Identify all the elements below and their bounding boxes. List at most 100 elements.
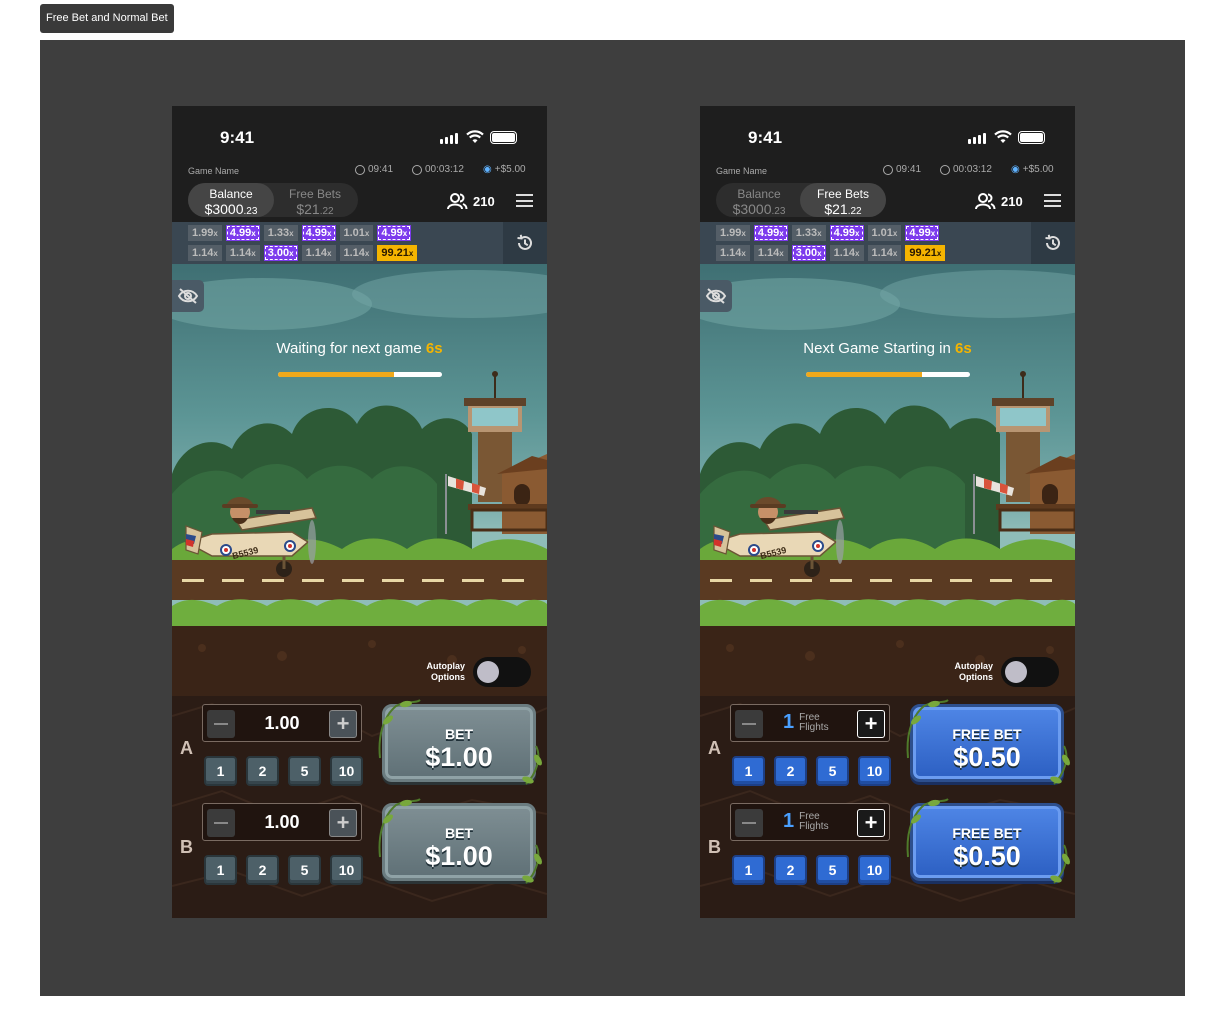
quick-amount-button[interactable]: 1 <box>204 855 237 885</box>
autoplay-toggle[interactable] <box>1001 657 1059 687</box>
quick-amount-button[interactable]: 1 <box>732 855 765 885</box>
history-multiplier: 99.21x <box>905 245 946 261</box>
countdown-progress-fill <box>278 372 395 377</box>
session-timer: 00:03:12 <box>412 164 464 175</box>
eye-off-icon <box>705 288 727 304</box>
hamburger-menu-icon[interactable] <box>1044 194 1061 207</box>
decrease-button[interactable] <box>207 809 235 837</box>
tab-free-bets[interactable]: Free Bets $21.22 <box>272 183 358 217</box>
quick-amounts: 1 2 5 10 <box>204 756 363 786</box>
bet-amount-value[interactable]: 1.00 <box>239 705 325 741</box>
hide-ui-button[interactable] <box>700 280 732 312</box>
session-timer: 00:03:12 <box>940 164 992 175</box>
bet-button[interactable]: FREE BET $0.50 <box>904 797 1070 887</box>
plus-icon: + <box>336 810 350 835</box>
players-count[interactable]: 210 <box>446 192 495 210</box>
history-multiplier: 4.99x <box>905 225 940 241</box>
stopwatch-icon <box>940 164 950 175</box>
toggle-knob <box>477 661 499 683</box>
bet-amount-stepper: 1 Free Flights + <box>730 803 890 841</box>
credit-gain: ◉ +$5.00 <box>483 164 526 175</box>
history-multiplier: 4.99x <box>829 225 864 241</box>
history-multiplier: 1.14x <box>716 245 750 261</box>
countdown-text: Waiting for next game <box>276 340 426 357</box>
quick-amount-button[interactable]: 5 <box>816 756 849 786</box>
game-name: Game Name <box>188 166 240 176</box>
jungle-airfield-illustration <box>172 270 547 696</box>
bet-button-label: FREE BET <box>952 726 1022 742</box>
increase-button[interactable]: + <box>857 710 885 738</box>
quick-amount-button[interactable]: 10 <box>858 756 891 786</box>
status-time: 9:41 <box>748 128 783 147</box>
players-count[interactable]: 210 <box>974 192 1023 210</box>
quick-amount-button[interactable]: 2 <box>246 756 279 786</box>
minus-icon <box>742 822 756 824</box>
quick-amount-button[interactable]: 2 <box>774 855 807 885</box>
timer-value: 00:03:12 <box>425 164 464 175</box>
decrease-button[interactable] <box>735 710 763 738</box>
bet-button[interactable]: FREE BET $0.50 <box>904 698 1070 788</box>
tab-balance[interactable]: Balance $3000.23 <box>188 183 274 217</box>
bet-slot-b: B 1 Free Flights + 1 2 5 10 FREE BET $0.50 <box>700 798 1075 895</box>
phone-free-bet: 9:41 Game Name 09:41 00:03:12 ◉ +$5.00 Ba… <box>700 106 1075 918</box>
bet-button[interactable]: BET $1.00 <box>376 698 542 788</box>
status-bar: 9:41 <box>700 106 1075 162</box>
bet-amount-stepper: 1.00 + <box>202 803 362 841</box>
wifi-icon <box>994 130 1012 143</box>
balance-amount: $3000.23 <box>204 201 258 217</box>
minus-icon <box>742 723 756 725</box>
increase-button[interactable]: + <box>329 809 357 837</box>
history-multiplier: 1.14x <box>339 245 374 261</box>
tab-balance[interactable]: Balance $3000.23 <box>716 183 802 217</box>
jungle-airfield-illustration <box>700 270 1075 696</box>
bet-button-amount: $0.50 <box>953 742 1021 772</box>
history-multiplier: 1.01x <box>867 225 902 241</box>
increase-button[interactable]: + <box>857 809 885 837</box>
minus-icon <box>214 822 228 824</box>
stopwatch-icon <box>412 164 422 175</box>
autoplay-toggle[interactable] <box>473 657 531 687</box>
bet-slot-letter: A <box>708 738 721 758</box>
free-flights-value[interactable]: 1 Free Flights <box>783 711 829 734</box>
hamburger-menu-icon[interactable] <box>516 194 533 207</box>
increase-button[interactable]: + <box>329 710 357 738</box>
clock: 09:41 <box>355 164 393 175</box>
history-button[interactable] <box>1031 222 1075 264</box>
history-multiplier: 1.14x <box>829 245 864 261</box>
hide-ui-button[interactable] <box>172 280 204 312</box>
plus-icon: + <box>336 711 350 736</box>
history-button[interactable] <box>503 222 547 264</box>
quick-amount-button[interactable]: 1 <box>732 756 765 786</box>
tab-free-bets[interactable]: Free Bets $21.22 <box>800 183 886 217</box>
balance-row: Balance $3000.23 Free Bets $21.22 210 <box>700 182 1075 220</box>
bet-button[interactable]: BET $1.00 <box>376 797 542 887</box>
bet-slot-letter: B <box>180 837 193 857</box>
bet-button-amount: $1.00 <box>425 742 493 772</box>
history-multiplier: 1.33x <box>791 225 826 241</box>
quick-amount-button[interactable]: 2 <box>774 756 807 786</box>
history-multiplier: 1.14x <box>225 245 260 261</box>
decrease-button[interactable] <box>207 710 235 738</box>
history-multiplier: 1.14x <box>301 245 336 261</box>
clock-icon <box>355 164 365 175</box>
quick-amount-button[interactable]: 5 <box>816 855 849 885</box>
countdown-progress <box>278 372 442 377</box>
bet-slot-a: A 1 Free Flights + 1 2 5 10 FREE BET $0.50 <box>700 699 1075 796</box>
quick-amount-button[interactable]: 10 <box>330 756 363 786</box>
history-multiplier: 99.21x <box>377 245 418 261</box>
quick-amount-button[interactable]: 5 <box>288 855 321 885</box>
autoplay-options: Autoplay Options <box>426 657 531 687</box>
history-multiplier: 4.99x <box>225 225 260 241</box>
bet-amount-value[interactable]: 1.00 <box>239 804 325 840</box>
free-flights-value[interactable]: 1 Free Flights <box>783 810 829 833</box>
round-countdown: Waiting for next game 6s <box>172 340 547 357</box>
quick-amount-button[interactable]: 5 <box>288 756 321 786</box>
game-info-row: Game Name 09:41 00:03:12 ◉ +$5.00 <box>172 162 547 180</box>
decrease-button[interactable] <box>735 809 763 837</box>
quick-amount-button[interactable]: 2 <box>246 855 279 885</box>
quick-amount-button[interactable]: 10 <box>330 855 363 885</box>
quick-amount-button[interactable]: 1 <box>204 756 237 786</box>
quick-amount-button[interactable]: 10 <box>858 855 891 885</box>
players-value: 210 <box>1001 193 1023 209</box>
clock-icon <box>883 164 893 175</box>
